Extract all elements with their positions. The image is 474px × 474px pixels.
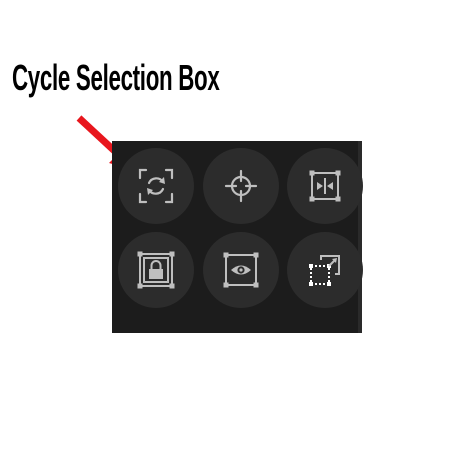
collapse-horizontal-icon	[309, 170, 341, 202]
transform-copy-icon	[309, 255, 340, 286]
crosshair-icon	[224, 169, 258, 203]
lock-selection-button[interactable]	[118, 232, 194, 308]
eye-selection-button[interactable]	[203, 232, 279, 308]
lock-selection-icon	[137, 251, 175, 289]
transform-copy-button[interactable]	[287, 232, 363, 308]
collapse-horizontal-button[interactable]	[287, 148, 363, 224]
cycle-selection-box-button[interactable]	[118, 148, 194, 224]
eye-selection-icon	[223, 252, 259, 288]
crosshair-button[interactable]	[203, 148, 279, 224]
cycle-selection-icon	[138, 168, 174, 204]
